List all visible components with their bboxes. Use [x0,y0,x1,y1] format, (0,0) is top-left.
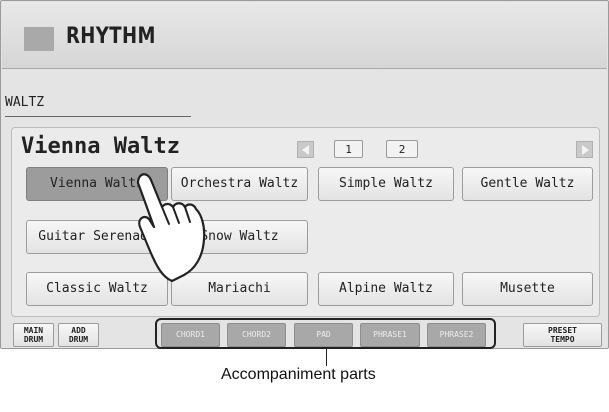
accompaniment-parts-caption: Accompaniment parts [221,366,376,383]
page-title: RHYTHM [66,24,156,49]
category-label: WALTZ [5,95,45,110]
title-bar: RHYTHM [2,2,607,69]
add-drum-label-2: DRUM [68,335,89,344]
add-drum-button[interactable]: ADD DRUM [58,323,99,347]
voice-button-simple-waltz[interactable]: Simple Waltz [318,167,454,201]
accompaniment-parts-bracket [155,318,496,349]
voice-button-gentle-waltz[interactable]: Gentle Waltz [462,167,593,201]
preset-tempo-label-1: PRESET [548,326,577,335]
pointing-hand-icon [136,173,206,283]
voice-button-alpine-waltz[interactable]: Alpine Waltz [318,272,454,306]
title-square-icon [24,27,54,51]
prev-page-arrow-icon[interactable] [297,141,314,158]
voice-button-musette[interactable]: Musette [462,272,593,306]
category-underline [5,116,191,117]
page-1-button[interactable]: 1 [334,140,363,158]
main-drum-label-2: DRUM [23,335,44,344]
add-drum-label-1: ADD [71,326,86,335]
preset-tempo-label-2: TEMPO [550,335,575,344]
next-page-arrow-icon[interactable] [576,141,593,158]
page-2-button[interactable]: 2 [386,140,418,158]
main-drum-button[interactable]: MAIN DRUM [13,323,54,347]
main-drum-label-1: MAIN [23,326,44,335]
rhythm-screen: RHYTHM WALTZ Vienna Waltz 1 2 Vienna Wal… [0,0,609,349]
caption-leader-line [326,349,327,366]
preset-tempo-button[interactable]: PRESET TEMPO [523,323,602,347]
